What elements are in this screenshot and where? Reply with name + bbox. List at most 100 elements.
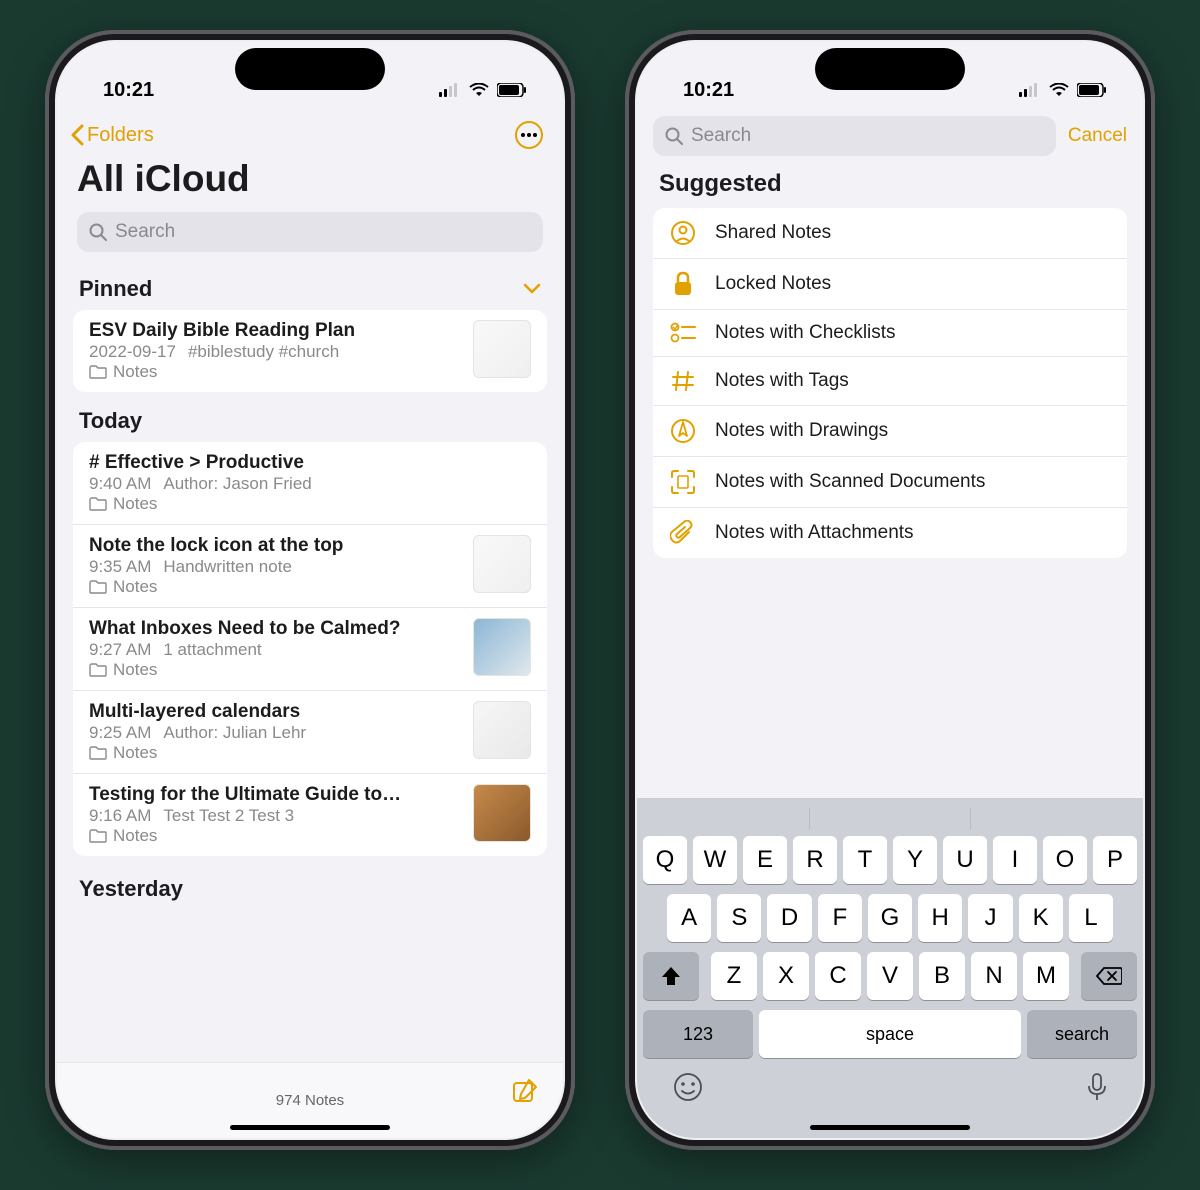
content-left: Folders All iCloud Search Pinned ESV Dai… bbox=[57, 110, 563, 1138]
person-circle-icon bbox=[669, 220, 697, 246]
yesterday-label: Yesterday bbox=[79, 876, 183, 902]
key-h[interactable]: H bbox=[918, 894, 962, 942]
key-y[interactable]: Y bbox=[893, 836, 937, 884]
status-icons bbox=[439, 83, 527, 97]
note-row[interactable]: Note the lock icon at the top 9:35 AMHan… bbox=[73, 525, 547, 608]
note-row[interactable]: What Inboxes Need to be Calmed? 9:27 AM1… bbox=[73, 608, 547, 691]
today-list: # Effective > Productive 9:40 AMAuthor: … bbox=[73, 442, 547, 856]
note-title: ESV Daily Bible Reading Plan bbox=[89, 320, 465, 342]
emoji-key[interactable] bbox=[673, 1072, 703, 1102]
space-key[interactable]: space bbox=[759, 1010, 1021, 1058]
search-icon bbox=[665, 127, 683, 145]
nav-bar: Folders bbox=[57, 110, 563, 156]
keyboard-row-3: ZXCVBNM bbox=[643, 952, 1137, 1000]
search-input[interactable]: Search bbox=[653, 116, 1056, 156]
note-row[interactable]: Testing for the Ultimate Guide to… 9:16 … bbox=[73, 774, 547, 856]
backspace-icon bbox=[1096, 966, 1122, 986]
note-meta: 9:40 AMAuthor: Jason Fried bbox=[89, 474, 531, 494]
section-today-header: Today bbox=[57, 392, 563, 442]
back-button[interactable]: Folders bbox=[69, 124, 154, 147]
battery-icon bbox=[497, 83, 527, 97]
note-title: Multi-layered calendars bbox=[89, 701, 465, 723]
key-v[interactable]: V bbox=[867, 952, 913, 1000]
suggestion-label: Notes with Attachments bbox=[715, 522, 914, 544]
suggestion-row[interactable]: Notes with Checklists bbox=[653, 310, 1127, 357]
status-time: 10:21 bbox=[683, 79, 734, 102]
key-s[interactable]: S bbox=[717, 894, 761, 942]
key-z[interactable]: Z bbox=[711, 952, 757, 1000]
phone-right: 10:21 Search Cancel Suggested Shared Not… bbox=[625, 30, 1155, 1150]
key-a[interactable]: A bbox=[667, 894, 711, 942]
key-e[interactable]: E bbox=[743, 836, 787, 884]
key-w[interactable]: W bbox=[693, 836, 737, 884]
dynamic-island bbox=[235, 48, 385, 90]
backspace-key[interactable] bbox=[1081, 952, 1137, 1000]
key-b[interactable]: B bbox=[919, 952, 965, 1000]
note-row[interactable]: Multi-layered calendars 9:25 AMAuthor: J… bbox=[73, 691, 547, 774]
key-d[interactable]: D bbox=[767, 894, 811, 942]
section-yesterday-header: Yesterday bbox=[57, 856, 563, 910]
section-pinned-header[interactable]: Pinned bbox=[57, 260, 563, 310]
phone-left: 10:21 Folders All iCloud Search bbox=[45, 30, 575, 1150]
chevron-down-icon bbox=[523, 283, 541, 295]
shift-key[interactable] bbox=[643, 952, 699, 1000]
note-row[interactable]: ESV Daily Bible Reading Plan 2022-09-17#… bbox=[73, 310, 547, 392]
note-folder: Notes bbox=[89, 577, 465, 597]
compose-icon bbox=[511, 1077, 539, 1105]
keyboard[interactable]: QWERTYUIOP ASDFGHJKL ZXCVBNM 123 space bbox=[637, 798, 1143, 1138]
suggested-list: Shared Notes Locked Notes Notes with Che… bbox=[653, 208, 1127, 558]
key-r[interactable]: R bbox=[793, 836, 837, 884]
search-key[interactable]: search bbox=[1027, 1010, 1137, 1058]
key-u[interactable]: U bbox=[943, 836, 987, 884]
suggestion-row[interactable]: Notes with Attachments bbox=[653, 508, 1127, 558]
back-label: Folders bbox=[87, 124, 154, 147]
suggestion-row[interactable]: Notes with Tags bbox=[653, 357, 1127, 406]
suggestion-label: Locked Notes bbox=[715, 273, 831, 295]
note-folder: Notes bbox=[89, 494, 531, 514]
key-t[interactable]: T bbox=[843, 836, 887, 884]
pinned-label: Pinned bbox=[79, 276, 152, 302]
key-x[interactable]: X bbox=[763, 952, 809, 1000]
more-button[interactable] bbox=[515, 121, 543, 149]
shift-icon bbox=[660, 965, 682, 987]
compose-button[interactable] bbox=[511, 1077, 539, 1105]
key-n[interactable]: N bbox=[971, 952, 1017, 1000]
note-title: # Effective > Productive bbox=[89, 452, 531, 474]
cancel-button[interactable]: Cancel bbox=[1068, 125, 1127, 147]
suggestion-row[interactable]: Locked Notes bbox=[653, 259, 1127, 310]
key-o[interactable]: O bbox=[1043, 836, 1087, 884]
suggestion-row[interactable]: Notes with Drawings bbox=[653, 406, 1127, 457]
home-indicator[interactable] bbox=[230, 1125, 390, 1130]
suggestion-row[interactable]: Shared Notes bbox=[653, 208, 1127, 259]
note-thumbnail bbox=[473, 535, 531, 593]
page-title: All iCloud bbox=[77, 158, 543, 200]
status-icons bbox=[1019, 83, 1107, 97]
key-l[interactable]: L bbox=[1069, 894, 1113, 942]
search-icon bbox=[89, 223, 107, 241]
key-q[interactable]: Q bbox=[643, 836, 687, 884]
status-time: 10:21 bbox=[103, 79, 154, 102]
key-g[interactable]: G bbox=[868, 894, 912, 942]
content-right: Search Cancel Suggested Shared Notes Loc… bbox=[637, 110, 1143, 1138]
note-folder: Notes bbox=[89, 826, 465, 846]
dictation-key[interactable] bbox=[1087, 1072, 1107, 1102]
keyboard-predictions[interactable] bbox=[643, 808, 1137, 836]
key-f[interactable]: F bbox=[818, 894, 862, 942]
chevron-left-icon bbox=[69, 124, 85, 146]
suggestion-row[interactable]: Notes with Scanned Documents bbox=[653, 457, 1127, 508]
note-row[interactable]: # Effective > Productive 9:40 AMAuthor: … bbox=[73, 442, 547, 525]
key-p[interactable]: P bbox=[1093, 836, 1137, 884]
key-k[interactable]: K bbox=[1019, 894, 1063, 942]
key-m[interactable]: M bbox=[1023, 952, 1069, 1000]
key-c[interactable]: C bbox=[815, 952, 861, 1000]
screen-right: 10:21 Search Cancel Suggested Shared Not… bbox=[637, 42, 1143, 1138]
home-indicator[interactable] bbox=[810, 1125, 970, 1130]
key-i[interactable]: I bbox=[993, 836, 1037, 884]
emoji-icon bbox=[673, 1072, 703, 1102]
search-input[interactable]: Search bbox=[77, 212, 543, 252]
today-label: Today bbox=[79, 408, 142, 434]
search-placeholder: Search bbox=[115, 221, 175, 243]
suggestion-label: Shared Notes bbox=[715, 222, 831, 244]
numbers-key[interactable]: 123 bbox=[643, 1010, 753, 1058]
key-j[interactable]: J bbox=[968, 894, 1012, 942]
